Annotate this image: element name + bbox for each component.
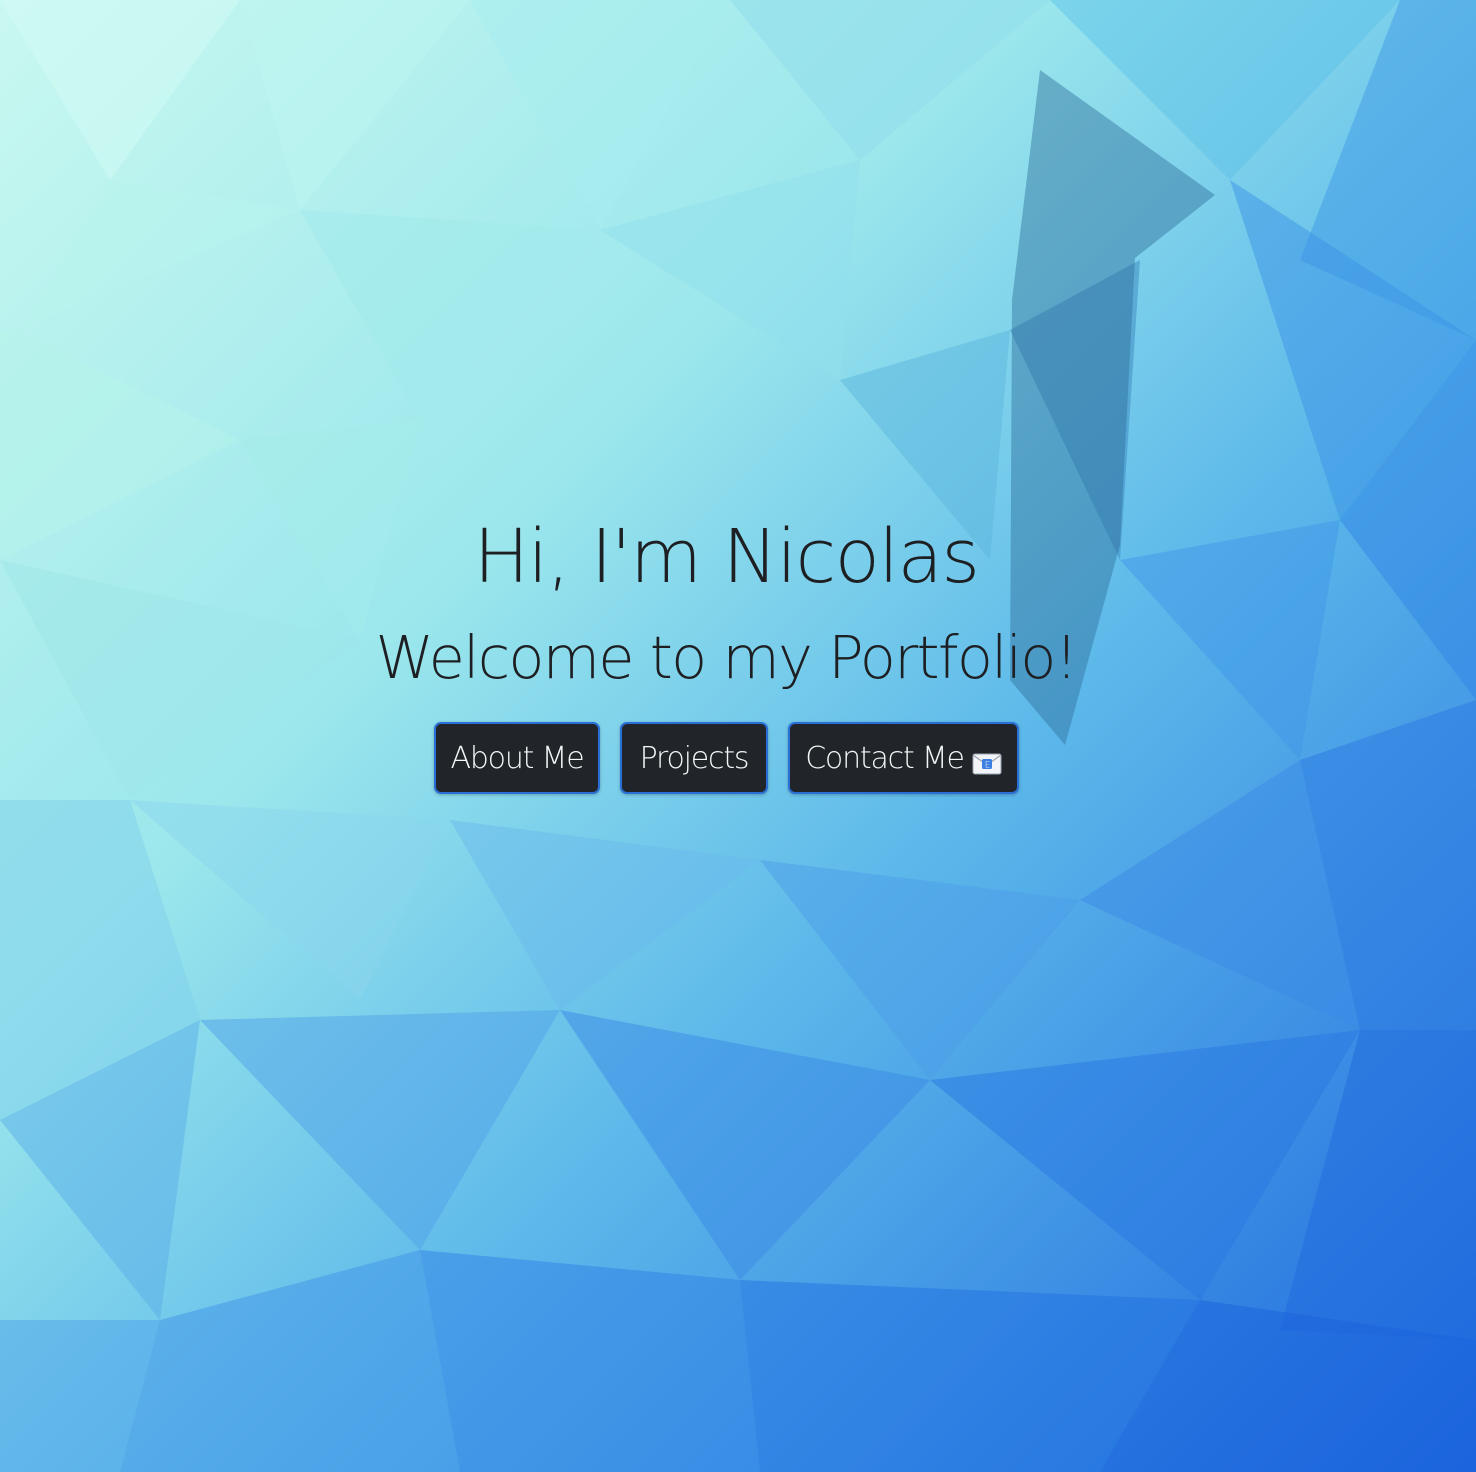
about-me-button[interactable]: About Me xyxy=(434,722,600,794)
welcome-subtitle: Welcome to my Portfolio! xyxy=(375,623,1079,692)
projects-label: Projects xyxy=(639,740,750,776)
hero-nav: About Me Projects Contact Me E xyxy=(0,722,1476,798)
greeting-heading: Hi, I'm Nicolas xyxy=(473,514,980,600)
hero-section: Hi, I'm Nicolas Welcome to my Portfolio!… xyxy=(0,0,1476,1472)
contact-me-label: Contact Me xyxy=(805,740,965,776)
svg-text:E: E xyxy=(985,761,990,771)
contact-me-button[interactable]: Contact Me E xyxy=(788,722,1019,794)
email-icon: E xyxy=(972,748,1002,775)
about-me-label: About Me xyxy=(450,740,585,776)
projects-button[interactable]: Projects xyxy=(620,722,768,794)
